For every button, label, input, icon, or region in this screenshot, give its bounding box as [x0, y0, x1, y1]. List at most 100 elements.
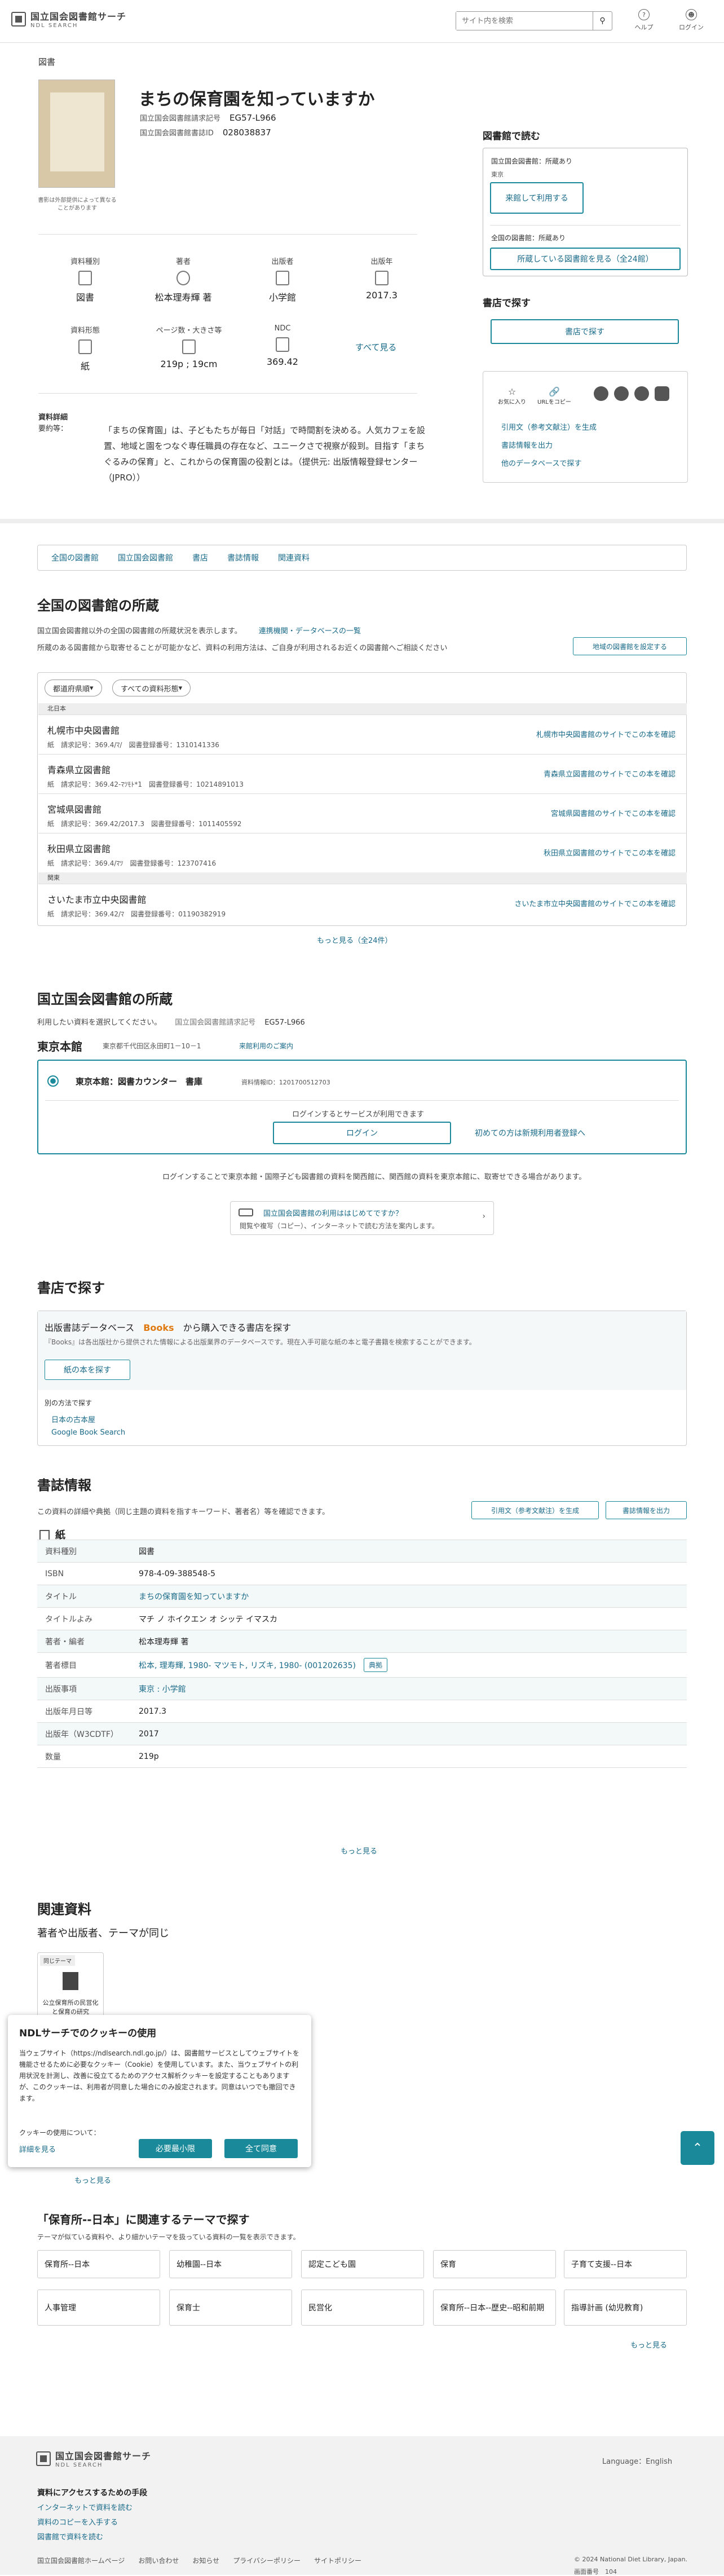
library-row: 秋田県立図書館紙 請求記号：369.4/ﾏﾂ 図書登録番号：123707416 秋…: [38, 833, 687, 872]
cookie-accept-all-button[interactable]: 全て同意: [224, 2139, 298, 2158]
sort-select[interactable]: 都道府県順 ▾: [45, 680, 102, 696]
authority-button[interactable]: 典拠: [363, 1658, 387, 1672]
bib-cite-button[interactable]: 引用文（参考文献注）を生成: [471, 1501, 599, 1519]
tab-national[interactable]: 全国の図書館: [51, 552, 99, 563]
theme-tag[interactable]: 人事管理: [37, 2290, 160, 2326]
footer-bottom-link[interactable]: お知らせ: [192, 2556, 219, 2565]
find-paper-book-button[interactable]: 紙の本を探す: [45, 1360, 130, 1380]
facebook-share-icon[interactable]: [614, 386, 629, 401]
nat-libraries-button[interactable]: 所蔵している図書館を見る（全24館）: [490, 248, 681, 270]
library-link[interactable]: 札幌市中央図書館のサイトでこの本を確認: [536, 729, 676, 739]
publisher-link[interactable]: 東京 : 小学館: [139, 1683, 186, 1695]
sort-label: 都道府県順: [53, 685, 90, 694]
footer-bottom-link[interactable]: プライバシーポリシー: [233, 2556, 301, 2565]
tab-related[interactable]: 関連資料: [278, 552, 310, 563]
theme-tag[interactable]: 保育士: [169, 2290, 292, 2326]
output-link[interactable]: 書誌情報を出力: [501, 439, 553, 450]
row-key: 資料種別: [45, 1547, 77, 1556]
footer-link[interactable]: インターネットで資料を読む: [37, 2502, 133, 2512]
register-link[interactable]: 初めての方は新規利用者登録へ: [475, 1127, 585, 1139]
attr-value: 紙: [80, 361, 90, 372]
help-icon: ?: [638, 9, 650, 20]
detail-label: 資料詳細: [38, 413, 68, 422]
divider: [490, 225, 681, 226]
bib-desc: この資料の詳細や典拠（同じ主題の資料を指すキーワード、著者名）等を確認できます。: [37, 1508, 330, 1516]
footer-bottom-link[interactable]: サイトポリシー: [314, 2556, 361, 2565]
tab-ndl[interactable]: 国立国会図書館: [118, 552, 173, 563]
footer-link[interactable]: 資料のコピーを入手する: [37, 2516, 118, 2527]
library-link[interactable]: 宮城県図書館のサイトでこの本を確認: [551, 808, 676, 818]
national-more-link[interactable]: もっと見る（全24件）: [317, 934, 392, 945]
copy-url-button[interactable]: 🔗 URLをコピー: [537, 386, 571, 405]
books-area: 出版書誌データベース Books から購入できる書店を探す 『Books』は各出…: [38, 1311, 686, 1390]
theme-tag[interactable]: 保育: [433, 2250, 556, 2278]
theme-more-link[interactable]: もっと見る: [630, 2339, 667, 2350]
theme-tag[interactable]: 保育所--日本--歴史--昭和前期: [433, 2290, 556, 2326]
cookie-necessary-button[interactable]: 必要最小限: [139, 2139, 212, 2158]
author-link[interactable]: 松本, 理寿輝, 1980- マツモト, リズキ, 1980- (0012026…: [139, 1660, 356, 1671]
region-setting-button[interactable]: 地域の図書館を設定する: [573, 637, 687, 655]
language-switch[interactable]: Language：English: [602, 2455, 672, 2466]
back-to-top-button[interactable]: ⌃: [681, 2131, 714, 2165]
mail-share-icon[interactable]: [655, 386, 669, 401]
theme-tag[interactable]: 指導計画 (幼児教育): [564, 2290, 687, 2326]
person-icon: [176, 271, 190, 285]
visit-use-button[interactable]: 来館して利用する: [490, 182, 584, 214]
google-books-link[interactable]: Google Book Search: [51, 1428, 125, 1437]
option-radio[interactable]: [47, 1075, 59, 1087]
shop-search-button[interactable]: 書店で探す: [491, 319, 679, 344]
footer-logo-en: NDL SEARCH: [55, 2462, 103, 2468]
help-button[interactable]: ? ヘルプ: [627, 9, 661, 32]
ndl-login-button[interactable]: ログイン: [273, 1122, 451, 1144]
title-link[interactable]: まちの保育園を知っていますか: [139, 1591, 249, 1602]
tab-bib[interactable]: 書誌情報: [227, 552, 259, 563]
bib-id: 028038837: [222, 127, 271, 138]
ndl-instruction: 利用したい資料を選択してください。: [37, 1018, 162, 1027]
bib-more-link[interactable]: もっと見る: [341, 1845, 377, 1856]
cookie-detail-link[interactable]: 詳細を見る: [19, 2143, 56, 2154]
search-input[interactable]: [456, 12, 593, 30]
theme-tag[interactable]: 民営化: [301, 2290, 424, 2326]
visit-guide-link[interactable]: 来館利用のご案内: [239, 1041, 293, 1051]
footer-bottom-link[interactable]: お問い合わせ: [138, 2556, 179, 2565]
form-select[interactable]: すべての資料形態 ▾: [112, 680, 191, 696]
theme-tag[interactable]: 幼稚園--日本: [169, 2250, 292, 2278]
related-sub: 著者や出版者、テーマが同じ: [37, 1927, 169, 1939]
library-row: 宮城県図書館紙 請求記号：369.42/2017.3 図書登録番号：101140…: [38, 793, 687, 833]
books-db-label: 出版書誌データベース: [45, 1322, 135, 1333]
lib-reg: 図書登録番号：1011405592: [151, 820, 242, 828]
partner-list-link[interactable]: 連携機関・データベースの一覧: [259, 627, 361, 636]
search-button[interactable]: ⚲: [593, 12, 612, 30]
bib-output-button[interactable]: 書誌情報を出力: [606, 1501, 687, 1519]
call-label: 国立国会図書館請求記号: [140, 114, 221, 123]
show-all-link[interactable]: すべて見る: [355, 341, 396, 353]
site-footer: 国立国会図書館サーチ NDL SEARCH Language：English 資料…: [0, 2436, 724, 2575]
site-logo[interactable]: 国立国会図書館サーチ NDL SEARCH: [11, 9, 126, 29]
footer-bottom-link[interactable]: 国立国会図書館ホームページ: [37, 2556, 125, 2565]
favorite-button[interactable]: ☆ お気に入り: [498, 386, 526, 405]
attr-label: 出版者: [271, 258, 294, 266]
tab-shop[interactable]: 書店: [192, 552, 208, 563]
tokyo-label: 東京: [491, 171, 504, 178]
logo-en: NDL SEARCH: [30, 23, 78, 29]
footer-logo[interactable]: 国立国会図書館サーチ NDL SEARCH: [36, 2449, 151, 2468]
x-share-icon[interactable]: [594, 386, 608, 401]
theme-desc: テーマが似ている資料や、より細かいテーマを扱っている資料の一覧を表示できます。: [37, 2233, 300, 2241]
line-share-icon[interactable]: [634, 386, 649, 401]
theme-tag[interactable]: 認定こども園: [301, 2250, 424, 2278]
kosho-link[interactable]: 日本の古本屋: [51, 1414, 95, 1424]
first-time-guide[interactable]: 国立国会図書館の利用ははじめてですか？ 閲覧や複写（コピー）、インターネットで読…: [230, 1201, 494, 1235]
library-link[interactable]: 秋田県立図書館のサイトでこの本を確認: [544, 847, 676, 858]
option-id: 資料情報ID：1201700512703: [241, 1079, 330, 1086]
other-db-link[interactable]: 他のデータベースで探す: [501, 457, 581, 468]
login-button[interactable]: ☻ ログイン: [674, 9, 708, 32]
library-link[interactable]: さいたま市立中央図書館のサイトでこの本を確認: [514, 898, 676, 908]
national-heading: 全国の図書館の所蔵: [37, 598, 159, 614]
library-list: 都道府県順 ▾ すべての資料形態 ▾ 北日本 札幌市中央図書館紙 請求記号：369.…: [37, 672, 687, 926]
related-more-link[interactable]: もっと見る: [74, 2174, 111, 2185]
footer-link[interactable]: 図書館で資料を読む: [37, 2531, 103, 2542]
theme-tag[interactable]: 子育て支援--日本: [564, 2250, 687, 2278]
library-link[interactable]: 青森県立図書館のサイトでこの本を確認: [544, 768, 676, 779]
theme-tag[interactable]: 保育所--日本: [37, 2250, 160, 2278]
cite-link[interactable]: 引用文（参考文献注）を生成: [501, 421, 597, 432]
